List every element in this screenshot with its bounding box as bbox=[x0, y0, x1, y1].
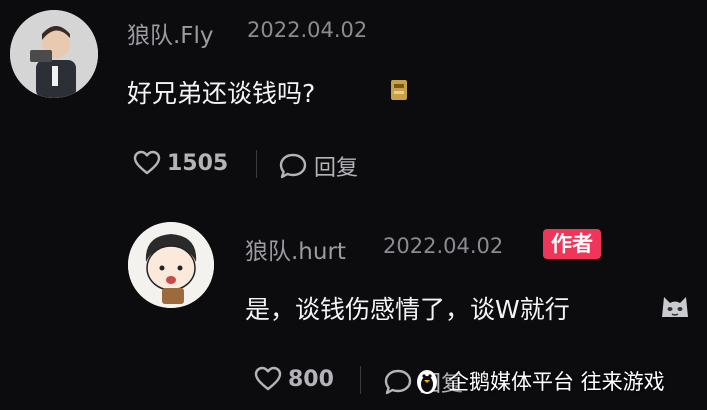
reply-date: 2022.04.02 bbox=[383, 234, 504, 258]
sticker-icon bbox=[385, 74, 415, 104]
penguin-logo-icon bbox=[417, 370, 437, 394]
reply-like-count: 800 bbox=[288, 366, 334, 392]
reply-bubble-icon bbox=[384, 369, 412, 395]
comment-text: 好兄弟还谈钱吗? bbox=[127, 79, 316, 108]
avatar-image bbox=[128, 222, 214, 308]
reply-bubble-icon bbox=[279, 153, 307, 179]
divider bbox=[360, 366, 361, 394]
heart-icon bbox=[254, 366, 282, 391]
author-badge: 作者 bbox=[543, 229, 601, 259]
like-button[interactable]: 1505 bbox=[133, 150, 228, 176]
reply-username[interactable]: 狼队.hurt bbox=[245, 232, 346, 266]
reply-like-button[interactable]: 800 bbox=[254, 366, 334, 392]
divider bbox=[256, 150, 257, 178]
comment-username[interactable]: 狼队.Fly bbox=[127, 16, 214, 50]
like-count: 1505 bbox=[167, 150, 229, 176]
watermark-text: 企鹅媒体平台 往来游戏 bbox=[448, 370, 665, 394]
comment-date: 2022.04.02 bbox=[247, 18, 368, 42]
heart-icon bbox=[133, 150, 161, 175]
avatar[interactable] bbox=[10, 10, 98, 98]
cat-emoji-icon bbox=[658, 289, 692, 321]
reply-avatar[interactable] bbox=[128, 222, 214, 308]
avatar-image bbox=[10, 10, 98, 98]
reply-button[interactable]: 回复 bbox=[278, 150, 358, 182]
watermark: 企鹅媒体平台 往来游戏 bbox=[412, 366, 665, 396]
reply-text: 是，谈钱伤感情了，谈W就行 bbox=[245, 295, 570, 324]
reply-label: 回复 bbox=[314, 156, 359, 181]
